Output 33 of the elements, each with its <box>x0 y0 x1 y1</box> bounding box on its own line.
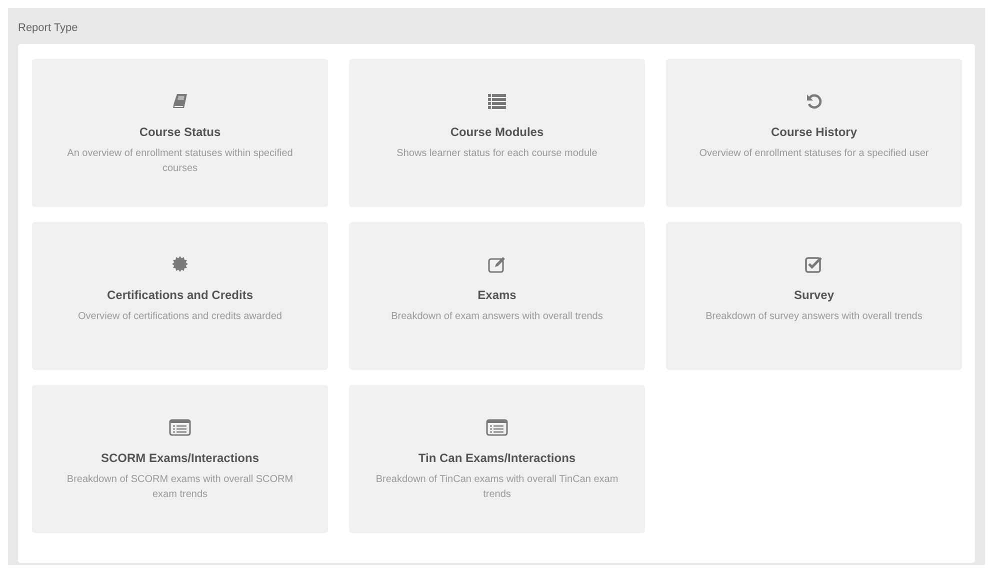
report-type-card[interactable]: Course Status An overview of enrollment statuses within specified courses <box>32 59 328 207</box>
card-title: SCORM Exams/Interactions <box>100 451 260 465</box>
badge-icon <box>172 256 188 272</box>
card-description: Overview of enrollment statuses for a specified user <box>699 147 929 161</box>
report-type-card[interactable]: Course History Overview of enrollment statuses for a specified user <box>666 59 962 207</box>
report-type-card[interactable]: Course Modules Shows learner status for each course module <box>349 59 645 207</box>
card-title: Course Status <box>139 125 221 139</box>
section-title: Report Type <box>18 22 78 34</box>
card-title: Tin Can Exams/Interactions <box>418 451 576 465</box>
report-type-card[interactable]: Exams Breakdown of exam answers with overall trends <box>349 222 645 370</box>
card-title: Survey <box>794 288 834 302</box>
card-title: Course History <box>770 125 858 139</box>
card-description: An overview of enrollment statuses within specified courses <box>66 147 294 176</box>
card-description: Breakdown of survey answers with overall trends <box>706 310 922 324</box>
edit-icon <box>488 256 506 272</box>
report-type-card[interactable]: Certifications and Credits Overview of certifications and credits awarded <box>32 222 328 370</box>
card-description: Shows learner status for each course module <box>396 147 598 161</box>
card-title: Exams <box>478 288 516 302</box>
report-type-card[interactable]: Tin Can Exams/Interactions Breakdown of TinCan exams with overall TinCan exam trends <box>349 385 645 533</box>
card-description: Overview of certifications and credits awarded <box>78 310 282 324</box>
card-title: Certifications and Credits <box>106 288 254 302</box>
report-type-card[interactable]: SCORM Exams/Interactions Breakdown of SCORM exams with overall SCORM exam trends <box>32 385 328 533</box>
card-description: Breakdown of TinCan exams with overall TinCan exam trends <box>374 473 620 502</box>
list-window-icon <box>169 418 191 436</box>
checkbox-icon <box>805 256 823 272</box>
report-type-card[interactable]: Survey Breakdown of survey answers with overall trends <box>666 222 962 370</box>
list-icon <box>488 94 506 108</box>
list-window-icon <box>486 418 508 436</box>
book-icon <box>172 93 188 109</box>
card-title: Course Modules <box>450 125 544 139</box>
history-icon <box>806 93 822 109</box>
card-description: Breakdown of SCORM exams with overall SCORM exam trends <box>66 473 294 502</box>
card-description: Breakdown of exam answers with overall trends <box>391 310 603 324</box>
